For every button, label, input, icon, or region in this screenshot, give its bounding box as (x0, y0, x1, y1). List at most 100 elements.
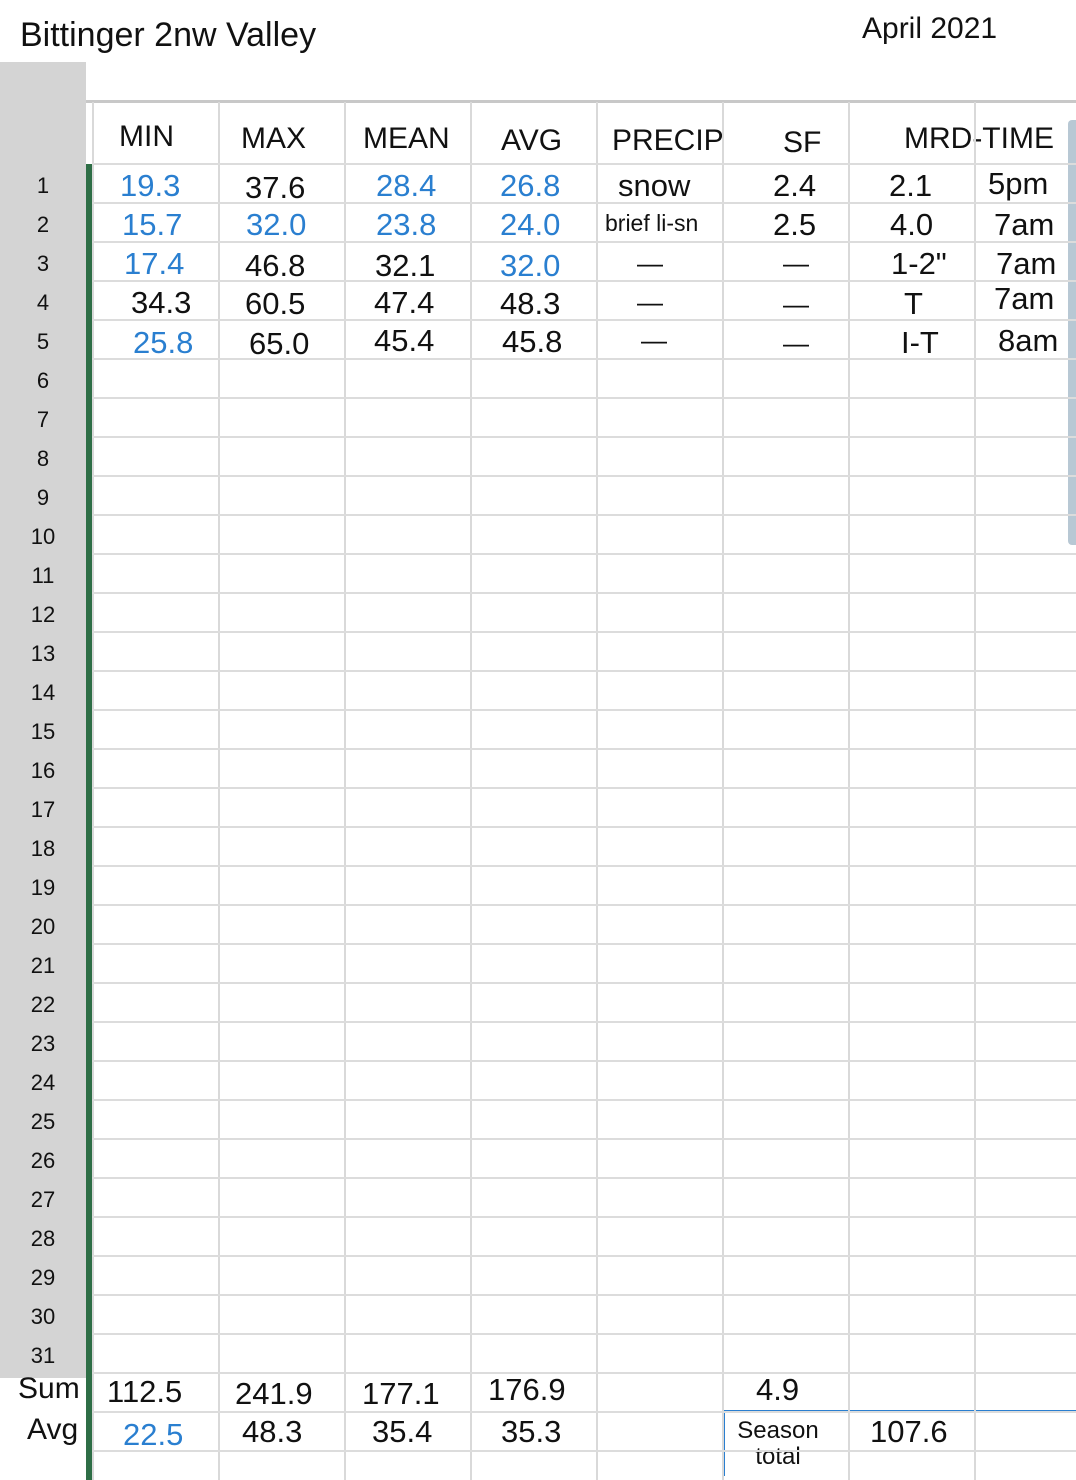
grid-hline (92, 1216, 1076, 1218)
row-number[interactable]: 16 (0, 760, 86, 782)
col-header-min[interactable]: MIN (119, 122, 174, 152)
grid-vline (596, 102, 598, 1480)
cell-sf[interactable]: 2.5 (773, 209, 816, 240)
page-title: Bittinger 2nw Valley (20, 16, 317, 54)
row-number[interactable]: 11 (0, 565, 86, 587)
cell-sf[interactable]: — (783, 291, 809, 317)
sum-avg[interactable]: 176.9 (488, 1374, 566, 1405)
row-number[interactable]: 25 (0, 1111, 86, 1133)
cell-mrd[interactable]: 4.0 (890, 209, 933, 240)
grid-hline (92, 1450, 1076, 1452)
row-number[interactable]: 21 (0, 955, 86, 977)
cell-min[interactable]: 17.4 (124, 248, 184, 279)
row-number[interactable]: 5 (0, 331, 86, 353)
grid-hline (92, 1411, 1076, 1413)
cell-mrd[interactable]: I-T (901, 327, 939, 358)
sum-sf[interactable]: 4.9 (756, 1374, 799, 1405)
row-number[interactable]: 8 (0, 448, 86, 470)
row-number[interactable]: 27 (0, 1189, 86, 1211)
cell-mrd[interactable]: 2.1 (889, 170, 932, 201)
row-number[interactable]: 15 (0, 721, 86, 743)
season-label-line2: total (755, 1443, 801, 1470)
cell-precip[interactable]: — (641, 327, 667, 353)
row-number[interactable]: 12 (0, 604, 86, 626)
grid-hline (92, 631, 1076, 633)
avg-mean[interactable]: 35.4 (372, 1416, 432, 1447)
row-number[interactable]: 6 (0, 370, 86, 392)
grid-hline (92, 475, 1076, 477)
season-total-value[interactable]: 107.6 (870, 1416, 948, 1447)
cell-time[interactable]: 7am (994, 209, 1054, 240)
cell-min[interactable]: 34.3 (131, 287, 191, 318)
cell-time[interactable]: 7am (996, 248, 1056, 279)
cell-mrd[interactable]: 1-2" (891, 248, 947, 279)
cell-sf[interactable]: — (783, 330, 809, 356)
row-number[interactable]: 30 (0, 1306, 86, 1328)
cell-mean[interactable]: 45.4 (374, 325, 434, 356)
scrollbar[interactable] (1068, 120, 1076, 545)
cell-mean[interactable]: 28.4 (376, 170, 436, 201)
row-number[interactable]: 1 (0, 175, 86, 197)
cell-min[interactable]: 15.7 (122, 209, 182, 240)
cell-precip[interactable]: brief li-sn (605, 212, 698, 235)
sum-min[interactable]: 112.5 (107, 1376, 182, 1407)
cell-avg[interactable]: 48.3 (500, 288, 560, 319)
row-number[interactable]: 9 (0, 487, 86, 509)
row-number[interactable]: 31 (0, 1345, 86, 1367)
row-number[interactable]: 19 (0, 877, 86, 899)
row-number[interactable]: 28 (0, 1228, 86, 1250)
col-header-mrd-time[interactable]: MRD-TIME (904, 124, 1054, 154)
cell-max[interactable]: 32.0 (246, 209, 306, 240)
cell-min[interactable]: 19.3 (120, 170, 180, 201)
grid-hline (92, 397, 1076, 399)
cell-precip[interactable]: — (637, 289, 663, 315)
cell-time[interactable]: 5pm (988, 168, 1048, 199)
col-header-precip[interactable]: PRECIP (612, 126, 724, 156)
cell-max[interactable]: 37.6 (245, 172, 305, 203)
col-header-max[interactable]: MAX (241, 124, 306, 154)
cell-time[interactable]: 8am (998, 325, 1058, 356)
row-number[interactable]: 3 (0, 253, 86, 275)
cell-avg[interactable]: 24.0 (500, 209, 560, 240)
cell-mean[interactable]: 32.1 (375, 250, 435, 281)
col-header-avg[interactable]: AVG (501, 126, 562, 156)
cell-avg[interactable]: 45.8 (502, 326, 562, 357)
cell-sf[interactable]: — (783, 250, 809, 276)
row-number[interactable]: 2 (0, 214, 86, 236)
cell-min[interactable]: 25.8 (133, 327, 193, 358)
cell-max[interactable]: 65.0 (249, 328, 309, 359)
cell-mrd[interactable]: T (904, 288, 923, 319)
row-number[interactable]: 7 (0, 409, 86, 431)
cell-max[interactable]: 60.5 (245, 288, 305, 319)
sum-max[interactable]: 241.9 (235, 1378, 313, 1409)
sum-mean[interactable]: 177.1 (362, 1378, 440, 1409)
row-number[interactable]: 10 (0, 526, 86, 548)
cell-mean[interactable]: 47.4 (374, 287, 434, 318)
col-header-mean[interactable]: MEAN (363, 124, 450, 154)
grid-hline (92, 709, 1076, 711)
avg-min[interactable]: 22.5 (123, 1419, 183, 1450)
sum-label: Sum (18, 1372, 80, 1405)
row-number[interactable]: 29 (0, 1267, 86, 1289)
row-number[interactable]: 14 (0, 682, 86, 704)
cell-sf[interactable]: 2.4 (773, 170, 816, 201)
avg-max[interactable]: 48.3 (242, 1416, 302, 1447)
cell-avg[interactable]: 26.8 (500, 170, 560, 201)
row-number[interactable]: 20 (0, 916, 86, 938)
row-number[interactable]: 23 (0, 1033, 86, 1055)
col-header-sf[interactable]: SF (783, 128, 821, 158)
cell-precip[interactable]: — (637, 250, 663, 276)
row-number[interactable]: 26 (0, 1150, 86, 1172)
row-number[interactable]: 17 (0, 799, 86, 821)
avg-avg[interactable]: 35.3 (501, 1416, 561, 1447)
cell-avg[interactable]: 32.0 (500, 250, 560, 281)
cell-time[interactable]: 7am (994, 283, 1054, 314)
row-number[interactable]: 4 (0, 292, 86, 314)
row-number[interactable]: 13 (0, 643, 86, 665)
row-number[interactable]: 18 (0, 838, 86, 860)
cell-mean[interactable]: 23.8 (376, 209, 436, 240)
row-number[interactable]: 22 (0, 994, 86, 1016)
cell-precip[interactable]: snow (618, 170, 690, 201)
cell-max[interactable]: 46.8 (245, 250, 305, 281)
row-number[interactable]: 24 (0, 1072, 86, 1094)
